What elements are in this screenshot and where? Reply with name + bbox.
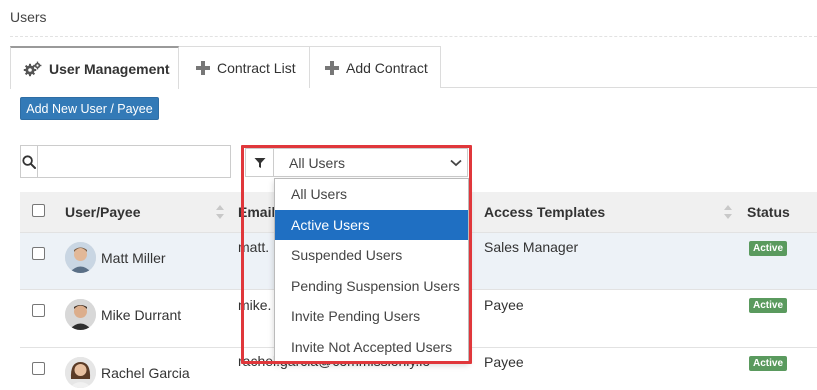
gears-icon <box>23 61 42 77</box>
user-access-template: Payee <box>484 297 524 313</box>
user-cell: Matt Miller <box>65 242 166 273</box>
tab-add-contract-label: Add Contract <box>346 59 428 76</box>
search-box <box>20 145 231 178</box>
column-header-user-payee[interactable]: User/Payee <box>65 192 141 232</box>
avatar <box>65 242 96 273</box>
status-badge: Active <box>749 241 788 256</box>
filter-option-suspended-users[interactable]: Suspended Users <box>275 240 468 271</box>
divider <box>10 36 817 37</box>
user-cell: Mike Durrant <box>65 299 181 330</box>
user-access-template: Sales Manager <box>484 239 579 255</box>
user-name: Mike Durrant <box>101 306 182 323</box>
tab-bar: User Management Contract List Add Contra… <box>10 46 817 89</box>
sort-icon[interactable] <box>216 205 224 219</box>
row-checkbox[interactable] <box>32 247 45 260</box>
row-checkbox[interactable] <box>32 304 45 317</box>
tab-add-contract[interactable]: Add Contract <box>310 46 441 88</box>
filter-icon <box>246 149 274 176</box>
user-name: Rachel Garcia <box>101 364 190 381</box>
user-email: matt. <box>238 239 270 255</box>
plus-icon <box>325 60 339 75</box>
tab-contract-list-label: Contract List <box>217 59 296 76</box>
column-header-email[interactable]: Email <box>238 192 275 232</box>
filter-option-invite-pending-users[interactable]: Invite Pending Users <box>275 301 468 332</box>
select-all-checkbox[interactable] <box>32 204 45 217</box>
status-badge: Active <box>749 298 788 313</box>
avatar <box>65 299 96 330</box>
filter-selected-value: All Users <box>289 154 346 171</box>
tab-user-management-label: User Management <box>49 60 170 77</box>
add-user-button[interactable]: Add New User / Payee <box>20 97 159 120</box>
column-header-status[interactable]: Status <box>747 192 790 232</box>
filter-option-invite-not-accepted-users[interactable]: Invite Not Accepted Users <box>275 332 468 363</box>
filter-option-active-users[interactable]: Active Users <box>275 209 468 240</box>
column-header-access-templates[interactable]: Access Templates <box>484 192 605 232</box>
user-email: mike. <box>238 297 272 313</box>
search-icon[interactable] <box>21 146 38 177</box>
filter-option-pending-suspension-users[interactable]: Pending Suspension Users <box>275 271 468 302</box>
user-filter-select[interactable]: All Users <box>245 148 468 177</box>
sort-icon[interactable] <box>724 205 732 219</box>
chevron-down-icon <box>445 159 467 167</box>
status-badge: Active <box>749 356 788 371</box>
tab-user-management[interactable]: User Management <box>10 46 179 89</box>
user-access-template: Payee <box>484 354 524 370</box>
filter-dropdown-menu: All Users Active Users Suspended Users P… <box>274 178 469 362</box>
user-cell: Rachel Garcia <box>65 357 190 388</box>
avatar <box>65 357 96 388</box>
filter-option-all-users[interactable]: All Users <box>275 179 468 210</box>
page-title: Users <box>10 9 47 25</box>
plus-icon <box>196 60 210 75</box>
search-input[interactable] <box>38 146 230 177</box>
user-name: Matt Miller <box>101 249 166 266</box>
tab-contract-list[interactable]: Contract List <box>179 46 310 88</box>
row-checkbox[interactable] <box>32 362 45 375</box>
